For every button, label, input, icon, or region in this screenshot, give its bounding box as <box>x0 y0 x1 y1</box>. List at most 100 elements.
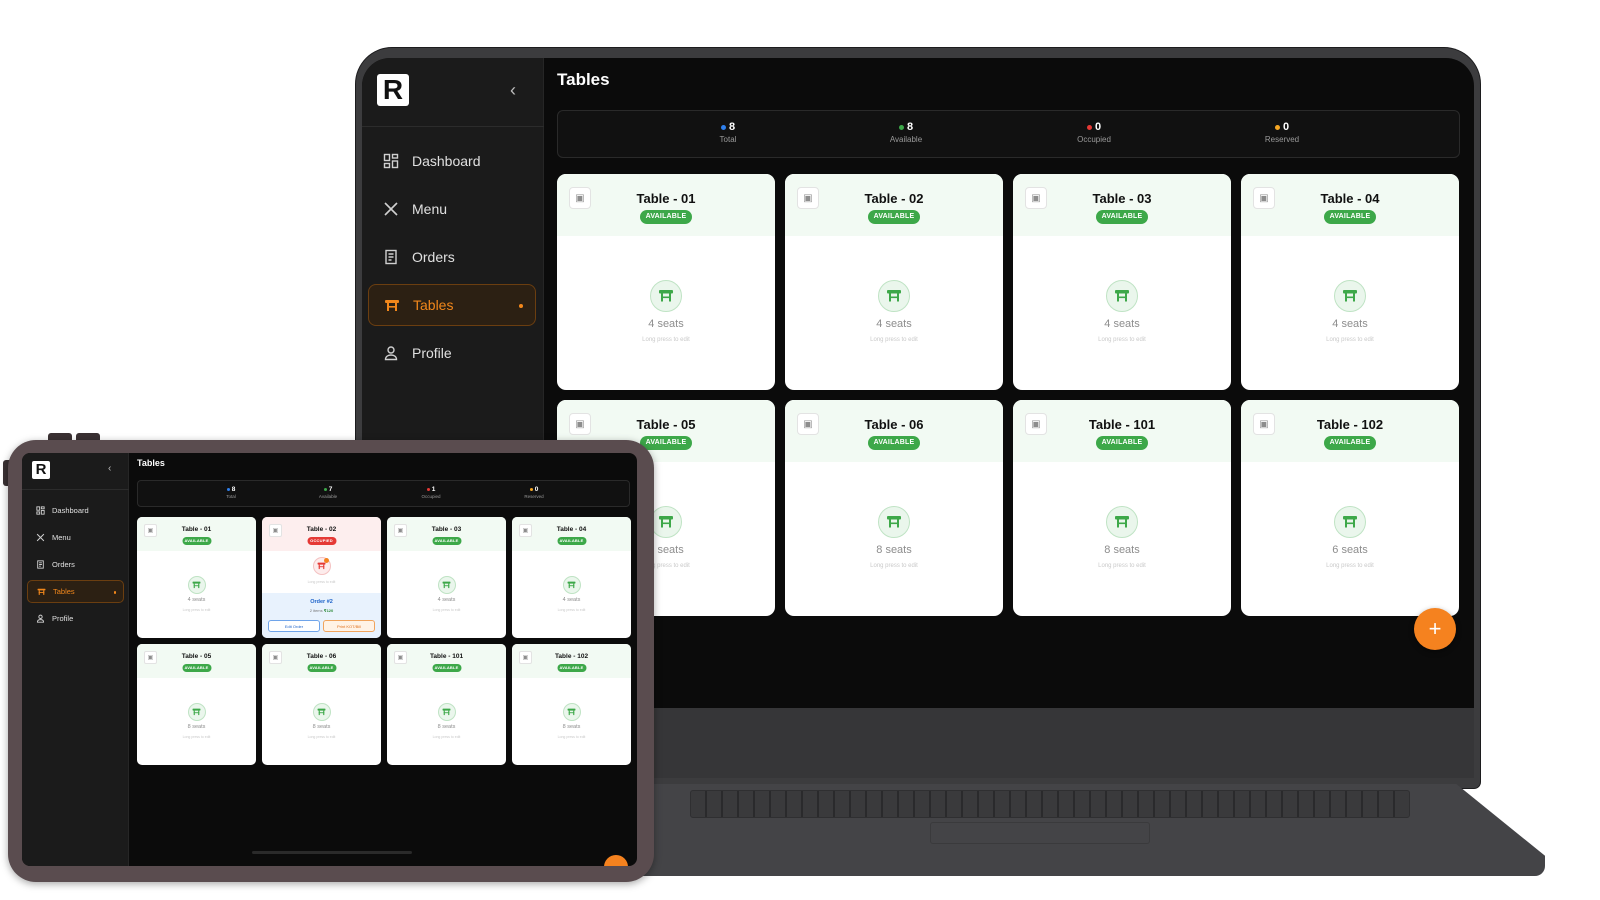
edit-hint: Long press to edit <box>1326 563 1374 569</box>
edit-hint: Long press to edit <box>1326 337 1374 343</box>
table-name: Table - 01 <box>636 191 696 206</box>
table-icon <box>1334 280 1366 312</box>
sidebar-item-orders[interactable]: Orders <box>27 553 124 576</box>
table-icon <box>562 703 581 721</box>
sidebar-item-menu[interactable]: Menu <box>27 526 124 549</box>
sidebar-nav: Dashboard Menu Orders Tables Profile <box>27 499 124 634</box>
edit-hint: Long press to edit <box>432 608 461 612</box>
table-card[interactable]: ▣ Table - 02 AVAILABLE 4 seats Long press to… <box>785 174 1003 390</box>
sidebar-item-profile[interactable]: Profile <box>368 332 536 374</box>
seat-count: 4 seats <box>437 597 456 603</box>
table-icon <box>437 576 456 594</box>
edit-hint: Long press to edit <box>642 337 690 343</box>
print-kot-button[interactable]: Print KOT/Bill <box>323 620 375 632</box>
table-name: Table - 05 <box>636 417 696 432</box>
table-name: Table - 101 <box>429 653 464 660</box>
table-icon <box>1106 506 1138 538</box>
user-icon <box>35 614 45 624</box>
stat-value: 8 <box>231 486 236 493</box>
status-badge: AVAILABLE <box>432 537 461 545</box>
table-card[interactable]: ▣ Table - 01 AVAILABLE 4 seats Long press to… <box>557 174 775 390</box>
receipt-icon <box>35 560 45 570</box>
table-card[interactable]: ▣ Table - 101 AVAILABLE 8 seats Long press t… <box>387 644 506 765</box>
table-card[interactable]: ▣ Table - 04 AVAILABLE 4 seats Long press to… <box>512 517 631 638</box>
stat-value: 8 <box>906 121 914 133</box>
chevron-left-icon[interactable]: ‹ <box>108 463 111 474</box>
tablet-screen: R ‹ Dashboard Menu Orders Tables Profile… <box>22 453 637 866</box>
app-logo[interactable]: R <box>32 461 50 479</box>
edit-hint: Long press to edit <box>1098 563 1146 569</box>
table-card-occupied[interactable]: ▣ Table - 02 OCCUPIED Long press to edit Or… <box>262 517 381 638</box>
status-dot <box>323 488 327 491</box>
sidebar-item-label: Menu <box>412 201 448 217</box>
seat-count: 4 seats <box>562 597 581 603</box>
table-card[interactable]: ▣ Table - 102 AVAILABLE 8 seats Long press t… <box>512 644 631 765</box>
sidebar-item-dashboard[interactable]: Dashboard <box>27 499 124 522</box>
logo-letter: R <box>382 74 404 105</box>
order-amount: ₹120 <box>323 608 334 613</box>
edit-hint: Long press to edit <box>307 580 336 584</box>
sidebar-item-orders[interactable]: Orders <box>368 236 536 278</box>
app-logo[interactable]: R <box>377 74 409 106</box>
sidebar-item-label: Dashboard <box>52 506 89 515</box>
status-dot <box>1086 124 1092 130</box>
table-icon <box>36 587 46 597</box>
sidebar-item-tables[interactable]: Tables <box>368 284 536 326</box>
status-dot <box>226 488 230 491</box>
stat-value: 0 <box>1094 121 1102 133</box>
user-icon <box>382 344 400 362</box>
sidebar-item-dashboard[interactable]: Dashboard <box>368 140 536 182</box>
seat-count: 8 seats <box>876 544 912 556</box>
stat-label: Occupied <box>1077 135 1111 144</box>
sidebar: R ‹ Dashboard Menu Orders Tables Profile <box>22 453 129 866</box>
seat-count: 8 seats <box>1104 544 1140 556</box>
table-name: Table - 02 <box>864 191 924 206</box>
stat-label: Total <box>719 135 737 144</box>
seat-count: 8 seats <box>437 724 456 730</box>
seat-count: 4 seats <box>187 597 206 603</box>
edit-order-button[interactable]: Edit Order <box>268 620 320 632</box>
table-icon <box>383 296 401 314</box>
table-card[interactable]: ▣ Table - 03 AVAILABLE 4 seats Long press to… <box>387 517 506 638</box>
edit-hint: Long press to edit <box>182 608 211 612</box>
edit-hint: Long press to edit <box>557 608 586 612</box>
stat-label: Total <box>226 494 236 499</box>
sidebar-item-label: Profile <box>412 345 452 361</box>
status-badge: AVAILABLE <box>868 436 920 450</box>
chevron-left-icon[interactable]: ‹ <box>510 80 516 100</box>
stat-label: Occupied <box>421 494 441 499</box>
table-icon <box>187 576 206 594</box>
seat-count: 8 seats <box>312 724 331 730</box>
print-kot-label: Print KOT/Bill <box>336 624 361 629</box>
table-card[interactable]: ▣ Table - 03 AVAILABLE 4 seats Long press to… <box>1013 174 1231 390</box>
table-card[interactable]: ▣ Table - 101 AVAILABLE 8 seats Long press t… <box>1013 400 1231 616</box>
order-panel: Order #2 2 items ₹120 Edit Order Print K… <box>262 593 381 638</box>
stat-available: 7 Available <box>303 486 353 499</box>
add-table-button[interactable]: + <box>1414 608 1456 650</box>
status-dot <box>529 488 533 491</box>
table-icon <box>1106 280 1138 312</box>
page-title: Tables <box>557 70 610 89</box>
table-card[interactable]: ▣ Table - 01 AVAILABLE 4 seats Long press to… <box>137 517 256 638</box>
sidebar-divider <box>22 489 129 490</box>
table-card[interactable]: ▣ Table - 04 AVAILABLE 4 seats Long press to… <box>1241 174 1459 390</box>
table-card[interactable]: ▣ Table - 05 AVAILABLE 8 seats Long press to… <box>137 644 256 765</box>
logo-letter: R <box>35 461 47 478</box>
table-icon <box>187 703 206 721</box>
table-name: Table - 01 <box>181 526 212 533</box>
sidebar-item-menu[interactable]: Menu <box>368 188 536 230</box>
table-card[interactable]: ▣ Table - 06 AVAILABLE 8 seats Long press to… <box>262 644 381 765</box>
sidebar-item-label: Tables <box>53 587 75 596</box>
table-card[interactable]: ▣ Table - 06 AVAILABLE 8 seats Long press to… <box>785 400 1003 616</box>
main-content: Tables 8 Total 7 Available 1 Occupied 0 Rese… <box>136 453 633 866</box>
stat-label: Reserved <box>1264 135 1300 144</box>
receipt-icon <box>382 248 400 266</box>
sidebar-item-label: Tables <box>413 297 454 313</box>
table-card[interactable]: ▣ Table - 102 AVAILABLE 6 seats Long press t… <box>1241 400 1459 616</box>
stats-bar: 8 Total 7 Available 1 Occupied 0 Reserved <box>137 480 630 507</box>
sidebar-item-profile[interactable]: Profile <box>27 607 124 630</box>
sidebar-item-label: Menu <box>52 533 71 542</box>
grid-icon <box>382 152 400 170</box>
status-badge: AVAILABLE <box>1096 436 1148 450</box>
sidebar-item-tables[interactable]: Tables <box>27 580 124 603</box>
